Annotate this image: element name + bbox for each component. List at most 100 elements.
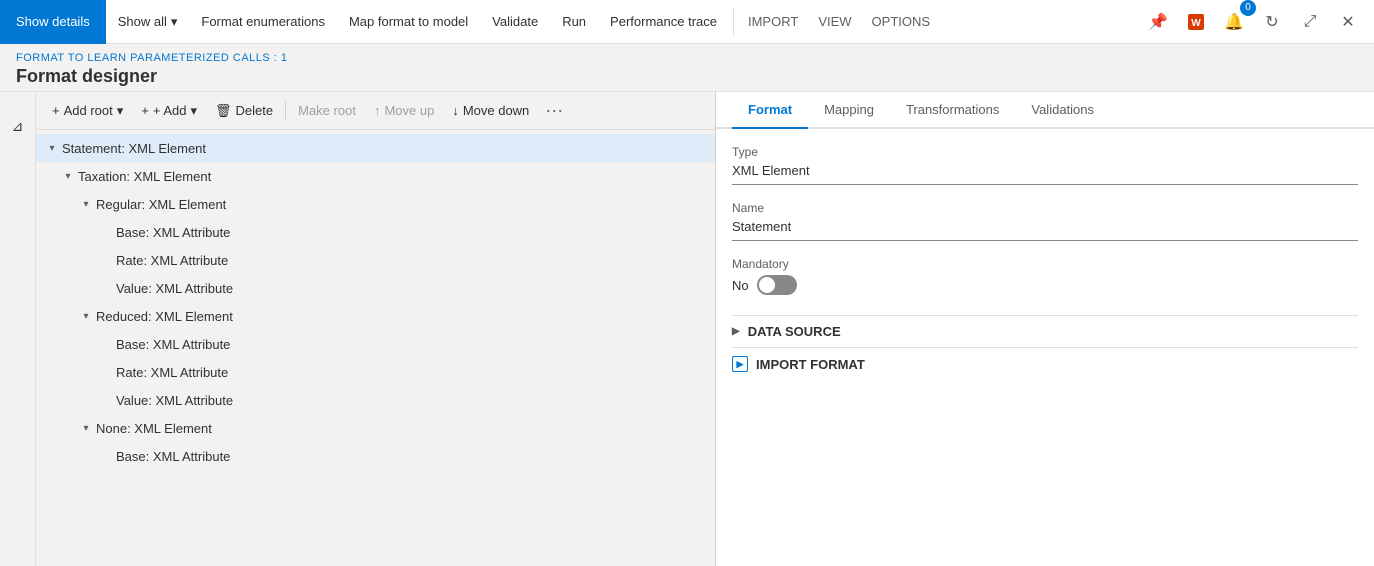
divider [733,8,734,36]
name-value: Statement [732,219,1358,241]
import-format-icon: ▶ [732,356,748,372]
tree-item-label: Value: XML Attribute [116,393,233,408]
map-format-to-model-button[interactable]: Map format to model [337,0,480,44]
tree-item-label: Regular: XML Element [96,197,226,212]
pin-icon[interactable]: 📌 [1140,4,1176,40]
topbar: Show details Show all ▾ Format enumerati… [0,0,1374,44]
format-enumerations-button[interactable]: Format enumerations [189,0,337,44]
show-details-button[interactable]: Show details [0,0,106,44]
tree-item[interactable]: Value: XML Attribute [36,386,715,414]
show-all-button[interactable]: Show all ▾ [106,0,190,44]
view-button[interactable]: VIEW [808,0,861,44]
placeholder [98,280,114,296]
make-root-button[interactable]: Make root [290,99,364,122]
chevron-down-icon: ▾ [44,140,60,156]
tree-item[interactable]: ▾ Reduced: XML Element [36,302,715,330]
tree-item-label: Rate: XML Attribute [116,253,228,268]
tree-item-label: None: XML Element [96,421,212,436]
chevron-right-icon: ▶ [732,326,740,337]
data-source-section[interactable]: ▶ DATA SOURCE [732,315,1358,347]
import-button[interactable]: IMPORT [738,0,808,44]
import-format-label: IMPORT FORMAT [756,357,865,372]
delete-button[interactable]: 🗑 Delete [207,99,281,123]
delete-icon: 🗑 [215,103,232,119]
plus-icon: + [52,103,60,118]
tab-validations[interactable]: Validations [1015,92,1110,129]
refresh-icon[interactable]: ↻ [1254,4,1290,40]
tree-item[interactable]: ▾ Regular: XML Element [36,190,715,218]
tree-item-label: Base: XML Attribute [116,449,230,464]
import-format-section[interactable]: ▶ IMPORT FORMAT [732,347,1358,380]
tab-transformations[interactable]: Transformations [890,92,1015,129]
close-icon[interactable]: ✕ [1330,4,1366,40]
add-root-button[interactable]: + + Add root Add root ▾ [44,99,131,123]
mandatory-no-label: No [732,278,749,293]
tree-item-label: Value: XML Attribute [116,281,233,296]
tree-content: ▾ Statement: XML Element ▾ Taxation: XML… [36,130,715,566]
tree-item-label: Rate: XML Attribute [116,365,228,380]
placeholder [98,364,114,380]
tree-item-label: Reduced: XML Element [96,309,233,324]
chevron-down-icon: ▾ [171,14,178,30]
notification-bell: 🔔 [1224,12,1244,32]
tree-item[interactable]: Rate: XML Attribute [36,246,715,274]
mandatory-toggle[interactable] [757,275,797,295]
type-value: XML Element [732,163,1358,185]
name-label: Name [732,201,1358,215]
run-button[interactable]: Run [550,0,598,44]
chevron-down-icon: ▾ [78,420,94,436]
data-source-label: DATA SOURCE [748,324,841,339]
tree-item[interactable]: ▾ Taxation: XML Element [36,162,715,190]
notification-icon[interactable]: 🔔 0 [1216,4,1252,40]
arrow-up-icon: ↑ [374,103,381,118]
type-label: Type [732,145,1358,159]
chevron-down-icon: ▾ [117,103,124,119]
tree-item[interactable]: Base: XML Attribute [36,442,715,470]
placeholder [98,392,114,408]
tree-item-label: Taxation: XML Element [78,169,211,184]
svg-text:W: W [1191,18,1201,29]
tree-item[interactable]: Base: XML Attribute [36,330,715,358]
mandatory-label: Mandatory [732,257,1358,271]
detail-body: Type XML Element Name Statement Mandator… [716,129,1374,566]
add-button[interactable]: + + Add ▾ [133,99,205,123]
performance-trace-button[interactable]: Performance trace [598,0,729,44]
tree-toolbar: + + Add root Add root ▾ + + Add ▾ 🗑 Dele… [36,92,715,130]
main-area: FORMAT TO LEARN PARAMETERIZED CALLS : 1 … [0,44,1374,566]
tree-item-label: Statement: XML Element [62,141,206,156]
separator [285,101,286,121]
placeholder [98,336,114,352]
tree-item-label: Base: XML Attribute [116,225,230,240]
tree-item[interactable]: ▾ None: XML Element [36,414,715,442]
tree-panel: + + Add root Add root ▾ + + Add ▾ 🗑 Dele… [36,92,716,566]
tab-mapping[interactable]: Mapping [808,92,890,129]
office-icon[interactable]: W [1178,4,1214,40]
tree-item-label: Base: XML Attribute [116,337,230,352]
chevron-down-icon: ▾ [78,196,94,212]
move-down-button[interactable]: ↓ Move down [444,99,537,122]
tab-format[interactable]: Format [732,92,808,129]
detail-panel: Format Mapping Transformations Validatio… [716,92,1374,566]
plus-icon: + [141,103,149,118]
placeholder [98,252,114,268]
tree-item[interactable]: Rate: XML Attribute [36,358,715,386]
options-button[interactable]: OPTIONS [862,0,941,44]
open-new-icon[interactable]: ⤢ [1292,4,1328,40]
more-options-button[interactable]: ··· [539,98,569,123]
placeholder [98,448,114,464]
filter-sidebar: ⊿ [0,92,36,566]
tree-item[interactable]: ▾ Statement: XML Element [36,134,715,162]
breadcrumb: FORMAT TO LEARN PARAMETERIZED CALLS : 1 [16,52,1358,64]
chevron-down-icon: ▾ [60,168,76,184]
validate-button[interactable]: Validate [480,0,550,44]
sub-header: FORMAT TO LEARN PARAMETERIZED CALLS : 1 … [0,44,1374,92]
tree-item[interactable]: Value: XML Attribute [36,274,715,302]
topbar-right-icons: 📌 W 🔔 0 ↻ ⤢ ✕ [1140,4,1374,40]
content-area: ⊿ + + Add root Add root ▾ + + Add ▾ 🗑 [0,92,1374,566]
chevron-down-icon: ▾ [78,308,94,324]
filter-icon[interactable]: ⊿ [0,108,35,144]
badge-count: 0 [1240,0,1256,16]
move-up-button[interactable]: ↑ Move up [366,99,442,122]
arrow-down-icon: ↓ [452,103,459,118]
tree-item[interactable]: Base: XML Attribute [36,218,715,246]
